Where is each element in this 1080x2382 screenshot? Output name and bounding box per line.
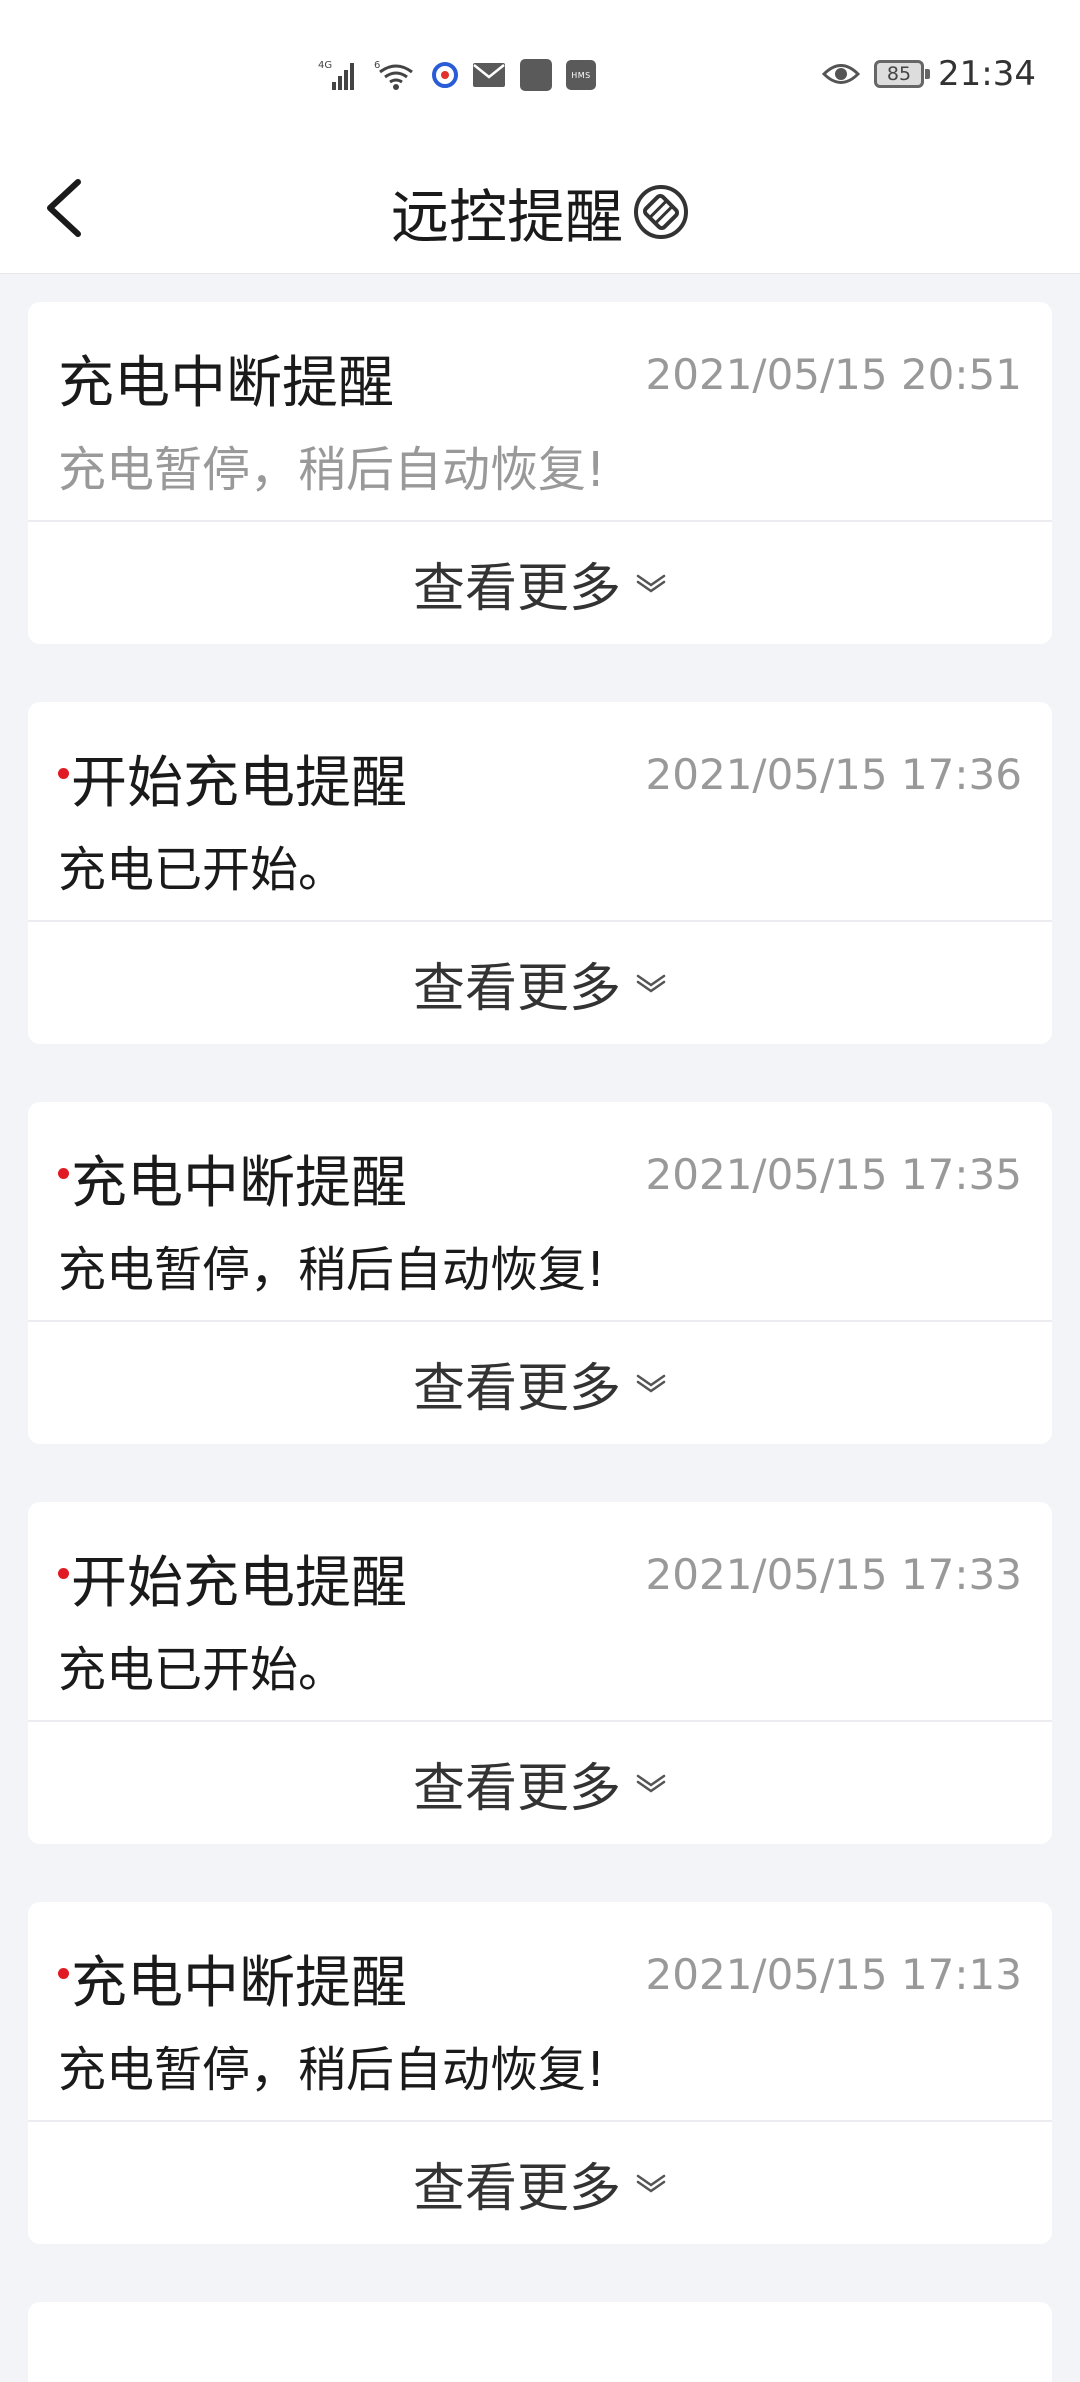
chevron-down-icon xyxy=(635,973,667,993)
battery-icon: 85 xyxy=(874,60,931,88)
notification-list: 充电中断提醒 2021/05/15 20:51 充电暂停，稍后自动恢复! 查看更… xyxy=(28,302,1052,2382)
notification-message: 充电已开始。 xyxy=(58,842,347,898)
notification-message: 充电暂停，稍后自动恢复! xyxy=(58,2042,606,2098)
notification-card[interactable]: 开始充电提醒 2021/05/15 17:36 充电已开始。 查看更多 xyxy=(28,702,1052,1044)
unread-dot xyxy=(58,768,69,779)
eye-icon xyxy=(822,61,861,87)
view-more-button[interactable]: 查看更多 xyxy=(28,1322,1052,1444)
notification-header: 开始充电提醒 2021/05/15 17:36 充电已开始。 xyxy=(28,702,1052,920)
chevron-down-icon xyxy=(635,1373,667,1393)
notification-header: 充电中断提醒 2021/05/15 20:51 充电暂停，稍后自动恢复! xyxy=(28,302,1052,520)
cellular-signal-icon: 4G xyxy=(318,58,360,92)
unread-dot xyxy=(58,1568,69,1579)
nav-bar: 远控提醒 xyxy=(0,150,1080,274)
mail-icon xyxy=(472,62,506,88)
view-more-button[interactable]: 查看更多 xyxy=(28,2122,1052,2244)
notification-card[interactable]: 开始充电提醒 2021/05/15 17:33 充电已开始。 查看更多 xyxy=(28,1502,1052,1844)
view-more-label: 查看更多 xyxy=(412,1758,621,1819)
notification-card[interactable]: 充电中断提醒 2021/05/15 17:35 充电暂停，稍后自动恢复! 查看更… xyxy=(28,1102,1052,1444)
view-more-label: 查看更多 xyxy=(412,558,621,619)
page-title: 远控提醒 xyxy=(390,183,623,251)
view-more-button[interactable]: 查看更多 xyxy=(28,522,1052,644)
notification-header: 充电中断提醒 2021/05/15 17:13 充电暂停，稍后自动恢复! xyxy=(28,1902,1052,2120)
notification-header: 充电中断提醒 2021/05/15 17:35 充电暂停，稍后自动恢复! xyxy=(28,1102,1052,1320)
remote-control-icon xyxy=(633,184,689,240)
notification-time: 2021/05/15 17:13 xyxy=(645,1950,1022,1999)
status-icons-left: 4G 6 HMS xyxy=(318,58,596,92)
view-more-label: 查看更多 xyxy=(412,958,621,1019)
notification-message: 充电已开始。 xyxy=(58,1642,347,1698)
view-more-button[interactable]: 查看更多 xyxy=(28,922,1052,1044)
chevron-down-icon xyxy=(635,573,667,593)
network-type-label: 4G xyxy=(318,60,332,71)
notification-title: 开始充电提醒 xyxy=(71,1551,407,1616)
status-bar: 4G 6 HMS 85 21:34 xyxy=(0,0,1080,150)
app-notification-icon xyxy=(432,62,458,88)
notification-time: 2021/05/15 17:35 xyxy=(645,1150,1022,1199)
wifi-icon: 6 xyxy=(374,58,418,92)
hms-icon: HMS xyxy=(566,60,596,90)
notification-title: 充电中断提醒 xyxy=(71,1951,407,2016)
chevron-down-icon xyxy=(635,1773,667,1793)
notification-time: 2021/05/15 20:51 xyxy=(645,350,1022,399)
notification-title: 充电中断提醒 xyxy=(71,1151,407,1216)
notification-time: 2021/05/15 17:36 xyxy=(645,750,1022,799)
clock: 21:34 xyxy=(938,54,1036,94)
wifi-standard-label: 6 xyxy=(374,60,380,71)
app-square-icon xyxy=(520,59,552,91)
notification-message: 充电暂停，稍后自动恢复! xyxy=(58,1242,606,1298)
battery-level: 85 xyxy=(886,63,912,85)
view-more-button[interactable]: 查看更多 xyxy=(28,1722,1052,1844)
page-title-group: 远控提醒 xyxy=(0,170,1080,254)
notification-card[interactable]: 充电中断提醒 2021/05/15 20:51 充电暂停，稍后自动恢复! 查看更… xyxy=(28,302,1052,644)
notification-card-partial[interactable] xyxy=(28,2302,1052,2382)
unread-dot xyxy=(58,1168,69,1179)
notification-time: 2021/05/15 17:33 xyxy=(645,1550,1022,1599)
notification-title: 开始充电提醒 xyxy=(71,751,407,816)
unread-dot xyxy=(58,1968,69,1979)
view-more-label: 查看更多 xyxy=(412,1358,621,1419)
notification-title: 充电中断提醒 xyxy=(58,351,394,416)
notification-header: 开始充电提醒 2021/05/15 17:33 充电已开始。 xyxy=(28,1502,1052,1720)
notification-card[interactable]: 充电中断提醒 2021/05/15 17:13 充电暂停，稍后自动恢复! 查看更… xyxy=(28,1902,1052,2244)
view-more-label: 查看更多 xyxy=(412,2158,621,2219)
status-icons-right: 85 21:34 xyxy=(822,54,1036,94)
chevron-down-icon xyxy=(635,2173,667,2193)
notification-message: 充电暂停，稍后自动恢复! xyxy=(58,442,606,498)
